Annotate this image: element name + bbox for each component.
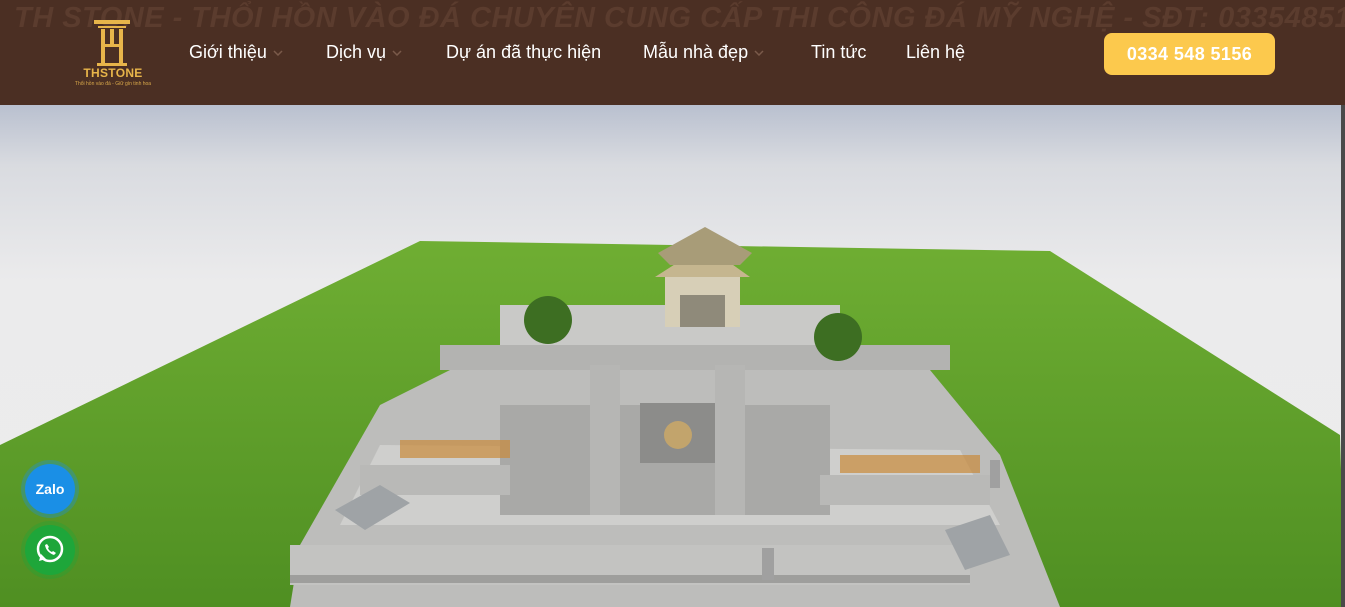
marquee-banner: TH STONE - THỔI HỒN VÀO ĐÁ CHUYÊN CUNG C… xyxy=(14,2,1345,34)
nav-item-lien-he[interactable]: Liên hệ xyxy=(906,42,965,63)
phone-cta-button[interactable]: 0334 548 5156 xyxy=(1104,33,1275,75)
page-scrollbar[interactable] xyxy=(1341,105,1345,607)
site-logo[interactable]: THSTONE Thổi hồn vào đá - Giữ gìn tinh h… xyxy=(72,18,154,90)
nav-item-mau-nha-dep[interactable]: Mẫu nhà đẹp xyxy=(643,42,764,63)
whatsapp-chat-button[interactable] xyxy=(25,525,75,575)
hero-image xyxy=(0,105,1345,607)
whatsapp-icon xyxy=(36,535,64,563)
chevron-down-icon xyxy=(754,50,764,57)
hero-scene xyxy=(0,105,1345,607)
chevron-down-icon xyxy=(392,50,402,57)
site-header: TH STONE - THỔI HỒN VÀO ĐÁ CHUYÊN CUNG C… xyxy=(0,0,1345,105)
logo-tagline: Thổi hồn vào đá - Giữ gìn tinh hoa xyxy=(74,81,152,87)
nav-label: Dự án đã thực hiện xyxy=(446,42,602,62)
nav-item-tin-tuc[interactable]: Tin tức xyxy=(811,42,866,63)
logo-name: THSTONE xyxy=(83,66,143,80)
nav-item-gioi-thieu[interactable]: Giới thiệu xyxy=(189,42,283,63)
nav-label: Mẫu nhà đẹp xyxy=(643,42,749,62)
nav-label: Giới thiệu xyxy=(189,42,267,62)
zalo-label: Zalo xyxy=(35,481,65,497)
nav-label: Tin tức xyxy=(811,42,867,62)
chevron-down-icon xyxy=(273,50,283,57)
nav-item-du-an[interactable]: Dự án đã thực hiện xyxy=(446,42,601,63)
zalo-chat-button[interactable]: Zalo xyxy=(25,464,75,514)
pillar-logo-icon xyxy=(94,20,130,66)
nav-item-dich-vu[interactable]: Dịch vụ xyxy=(326,42,402,63)
nav-label: Liên hệ xyxy=(906,42,966,62)
nav-label: Dịch vụ xyxy=(326,42,387,62)
